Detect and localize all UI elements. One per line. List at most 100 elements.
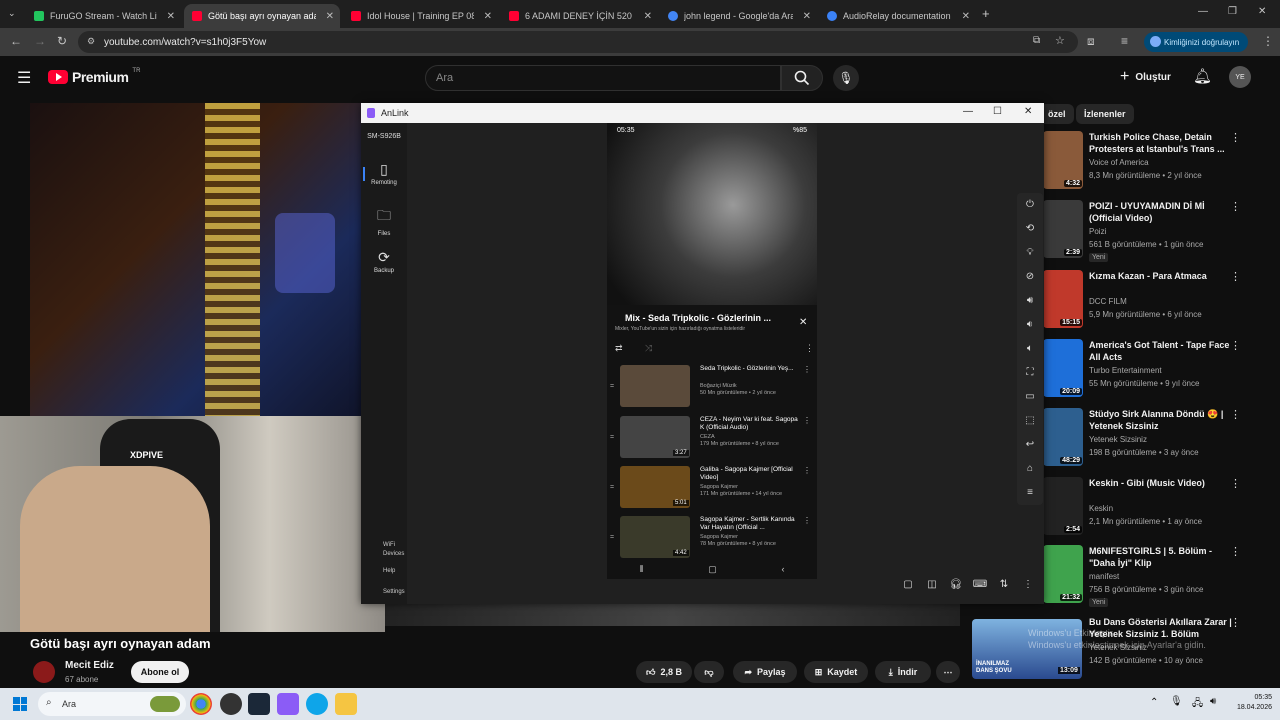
help-link[interactable]: Help [383,567,407,576]
transfer-icon[interactable]: ⇅ [995,579,1013,597]
install-icon[interactable]: ⧉ [1033,35,1040,46]
sidebar-item-backup[interactable]: ⟳ Backup [361,249,407,274]
devices-link[interactable]: Devices [383,550,407,559]
recommendation-channel[interactable]: DCC FILM [1089,297,1127,306]
recommendation-item[interactable]: 20:09 America's Got Talent - Tape Face Al… [1040,339,1270,405]
browser-tab-active[interactable]: Götü başı ayrı oynayan adam - ✕ [184,4,340,28]
record-icon[interactable]: ▭ [1017,391,1043,402]
close-icon[interactable]: ✕ [326,11,334,22]
close-icon[interactable]: ✕ [1024,106,1032,117]
playlist-item-title[interactable]: CEZA - Neyim Var ki feat. Sagopa K (Offi… [700,416,800,432]
more-dots-icon[interactable]: ⋮ [803,466,811,475]
recommendation-title[interactable]: America's Got Talent - Tape Face All Act… [1089,339,1239,363]
browser-tab[interactable]: 6 ADAMI DENEY İÇİN 520 GÜN ✕ [501,4,658,28]
minimize-icon[interactable]: — [1198,6,1208,17]
create-button[interactable]: + Oluştur [1120,68,1171,86]
home-icon[interactable]: ▢ [708,564,717,575]
back-icon[interactable]: ‹ [782,564,785,574]
tab-search-icon[interactable]: ⌄ [8,8,16,19]
menu-icon[interactable]: ≡ [1017,487,1043,498]
chip-ozel[interactable]: özel [1040,104,1074,124]
anlink-app-icon[interactable] [277,693,299,715]
recommendation-title[interactable]: POIZI - UYUYAMADIN Dİ Mİ (Official Video… [1089,200,1239,224]
more-dots-icon[interactable]: ⋮ [1230,200,1241,213]
subscribe-button[interactable]: Abone ol [131,661,189,683]
browser-tab[interactable]: Idol House | Training EP 08 | Ö ✕ [343,4,498,28]
keyboard-icon[interactable]: ⌨ [971,579,989,597]
more-dots-icon[interactable]: ⋮ [1230,270,1241,283]
close-icon[interactable]: ✕ [803,11,811,22]
forward-icon[interactable]: → [34,34,46,48]
bookmark-star-icon[interactable]: ☆ [1055,34,1065,47]
app-icon[interactable] [220,693,242,715]
volume-up-icon[interactable]: 🔊︎ [1017,295,1043,306]
close-icon[interactable]: ✕ [962,11,970,22]
dislike-button[interactable]: 👎︎ [694,661,724,683]
power-icon[interactable]: ⏻ [1017,199,1043,210]
recommendation-title[interactable]: Keskin - Gibi (Music Video) [1089,477,1239,489]
drag-handle-icon[interactable]: = [610,434,614,441]
channel-avatar[interactable] [33,661,55,683]
recommendation-item[interactable]: 21:32 M6NIFESTGIRLS | 5. Bölüm - "Daha İy… [1040,545,1270,611]
volume-icon[interactable]: 🔊︎ [1210,696,1216,707]
browser-tab[interactable]: john legend - Google'da Ara ✕ [660,4,817,28]
address-bar[interactable]: ⚙ youtube.com/watch?v=s1h0j3F5Yow ⧉ ☆ [78,31,1078,53]
close-icon[interactable]: ✕ [644,11,652,22]
search-input[interactable]: Ara [425,65,781,91]
recommendation-title[interactable]: Turkish Police Chase, Detain Protesters … [1089,131,1239,155]
recent-apps-icon[interactable]: ⦀ [639,564,643,575]
windows-start-icon[interactable] [13,697,27,711]
mute-icon[interactable]: 🔈︎ [1017,343,1043,354]
hamburger-menu-icon[interactable]: ☰ [17,68,31,88]
more-dots-icon[interactable]: ⋮ [1230,339,1241,352]
new-tab-button[interactable]: + [982,6,990,21]
drag-handle-icon[interactable]: = [610,484,614,491]
chip-watched[interactable]: İzlenenler [1076,104,1134,124]
playlist-item[interactable]: = Seda Tripkolic - Gözlerinin Yeş... Boğ… [607,365,817,413]
more-dots-icon[interactable]: ⋮ [803,416,811,425]
home-icon[interactable]: ⌂ [1017,463,1043,474]
reload-icon[interactable]: ↻ [57,34,67,48]
repeat-icon[interactable]: ⇄ [615,343,623,354]
recommendation-item[interactable]: 15:15 Kızma Kazan - Para Atmaca DCC FILM … [1040,270,1270,336]
close-icon[interactable]: ✕ [799,317,807,328]
sidebar-item-remoting[interactable]: ▯ Remoting [361,161,407,186]
recommendation-channel[interactable]: Yetenek Sizsiniz [1089,435,1147,444]
playlist-item-title[interactable]: Seda Tripkolic - Gözlerinin Yeş... [700,365,800,373]
crop-icon[interactable]: ⬚ [1017,415,1043,426]
recommendation-thumbnail[interactable]: 2:39 [1043,200,1083,258]
menu-dots-icon[interactable]: ⋮ [1262,34,1274,48]
recommendation-item[interactable]: 2:39 POIZI - UYUYAMADIN Dİ Mİ (Official V… [1040,200,1270,266]
anlink-titlebar[interactable]: AnLink — ☐ ✕ [361,103,1044,123]
playlist-item[interactable]: = 4:42 Sagopa Kajmer - Sertlik Kanında Va… [607,516,817,564]
wifi-link[interactable]: WiFi [383,541,407,550]
file-explorer-icon[interactable] [335,693,357,715]
recommendation-channel[interactable]: Turbo Entertainment [1089,366,1162,375]
playlist-item[interactable]: = 5:01 Galiba - Sagopa Kajmer [Official V… [607,466,817,514]
reading-list-icon[interactable]: ≡ [1121,34,1128,48]
extensions-icon[interactable]: ⧈ [1087,34,1095,49]
recommendation-channel[interactable]: Keskin [1089,504,1113,513]
back-icon[interactable]: ← [10,34,22,48]
network-icon[interactable]: 🖧 [1192,696,1203,713]
playlist-item-title[interactable]: Sagopa Kajmer - Sertlik Kanında Var Haya… [700,516,800,532]
notifications-bell-icon[interactable]: 🔔︎ [1193,67,1212,85]
app-icon[interactable] [306,693,328,715]
close-icon[interactable]: ✕ [167,11,175,22]
drag-handle-icon[interactable]: = [610,534,614,541]
tray-chevron-icon[interactable]: ⌃ [1150,697,1158,708]
playlist-item-title[interactable]: Galiba - Sagopa Kajmer [Official Video] [700,466,800,482]
maximize-icon[interactable]: ☐ [993,106,1002,117]
restore-icon[interactable]: ❐ [1228,6,1237,17]
minimize-icon[interactable]: — [963,106,973,117]
recommendation-channel[interactable]: Voice of America [1089,158,1149,167]
recommendation-title[interactable]: Stüdyo Sirk Alanına Döndü 😍 | Yetenek Si… [1089,408,1239,432]
sidebar-item-files[interactable]: 🗀 Files [361,205,407,237]
split-icon[interactable]: ◫ [923,579,941,597]
headphones-icon[interactable]: 🎧︎ [947,579,965,597]
more-dots-icon[interactable]: ⋮ [1230,131,1241,144]
microphone-icon[interactable]: 🎙︎ [1170,696,1183,707]
more-dots-icon[interactable]: ⋮ [805,343,814,354]
close-window-icon[interactable]: ✕ [1258,6,1266,17]
recommendation-channel[interactable]: Poizi [1089,227,1106,236]
